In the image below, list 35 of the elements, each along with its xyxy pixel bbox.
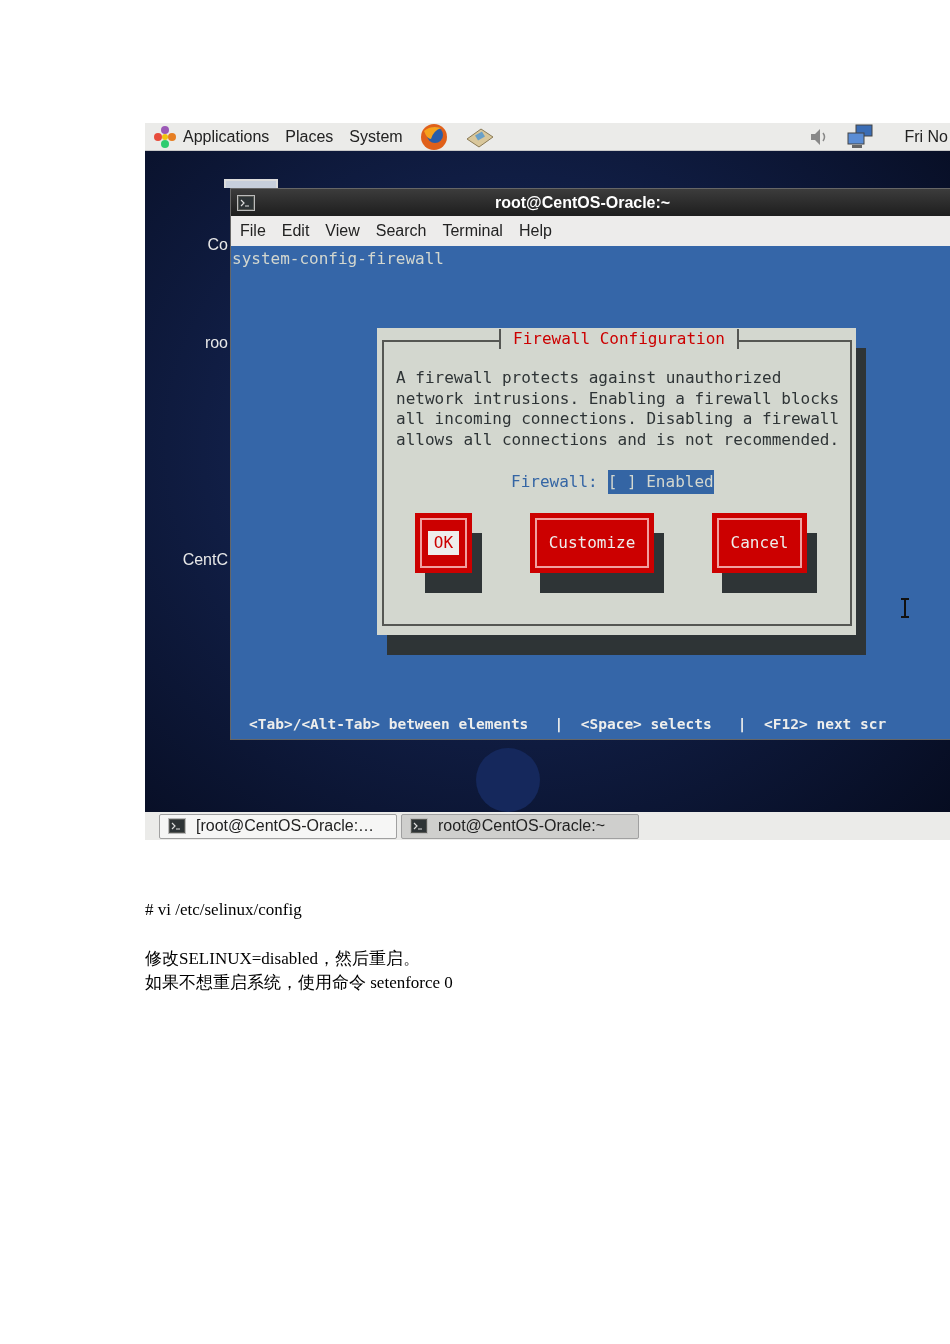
menu-item[interactable]: Edit bbox=[281, 219, 310, 243]
body-text: 修改SELINUX=disabled，然后重启。 bbox=[145, 947, 421, 970]
dialog-button[interactable]: OK bbox=[415, 513, 472, 573]
field-label: Firewall: bbox=[511, 471, 598, 493]
body-text: 如果不想重启系统，使用命令 setenforce 0 bbox=[145, 971, 453, 994]
window-title: root@CentOS-Oracle:~ bbox=[495, 192, 671, 213]
text-cursor-icon bbox=[900, 598, 910, 618]
menu-item[interactable]: Terminal bbox=[442, 219, 503, 243]
menu-item[interactable]: View bbox=[325, 219, 360, 243]
terminal-icon bbox=[168, 818, 186, 834]
dialog-message: A firewall protects against unauthorized network intrusions. Enabling a firewall blocks all incoming connections. Disabling a firewall allows all connections and is not recommended. bbox=[396, 368, 841, 450]
command-line: system-config-firewall bbox=[232, 248, 444, 270]
taskbar-button[interactable]: root@CentOS-Oracle:~ bbox=[401, 813, 639, 839]
globe-browser-icon[interactable] bbox=[418, 123, 449, 151]
panel-menu[interactable]: System bbox=[349, 124, 403, 149]
menu-item[interactable]: Search bbox=[375, 219, 427, 243]
clock[interactable]: Fri No bbox=[904, 124, 948, 149]
dialog-button[interactable]: Cancel bbox=[712, 513, 807, 573]
dialog-title: Firewall Configuration bbox=[499, 329, 739, 349]
command-text: # vi /etc/selinux/config bbox=[145, 899, 303, 921]
firewall-checkbox[interactable]: [ ] Enabled bbox=[607, 470, 714, 494]
flower-logo-icon bbox=[153, 124, 177, 149]
panel-menu[interactable]: Applications bbox=[183, 124, 270, 149]
panel-menu[interactable]: Places bbox=[285, 124, 334, 149]
desktop-icon-label[interactable]: CentC bbox=[182, 548, 228, 572]
dialog-button[interactable]: Customize bbox=[530, 513, 654, 573]
menu-item[interactable]: File bbox=[240, 219, 266, 243]
taskbar-button[interactable]: [root@CentOS-Oracle:… bbox=[159, 813, 397, 839]
key-hints: <Tab>/<Alt-Tab> between elements | <Space> selects | <F12> next scr bbox=[249, 715, 887, 735]
terminal-icon bbox=[410, 818, 428, 834]
desktop-icon-label[interactable]: Co bbox=[207, 233, 228, 257]
terminal-icon bbox=[237, 194, 255, 211]
desktop-icon-label[interactable]: roo bbox=[204, 331, 228, 355]
network-computers-icon[interactable] bbox=[846, 123, 875, 150]
menu-item[interactable]: Help bbox=[518, 219, 552, 243]
